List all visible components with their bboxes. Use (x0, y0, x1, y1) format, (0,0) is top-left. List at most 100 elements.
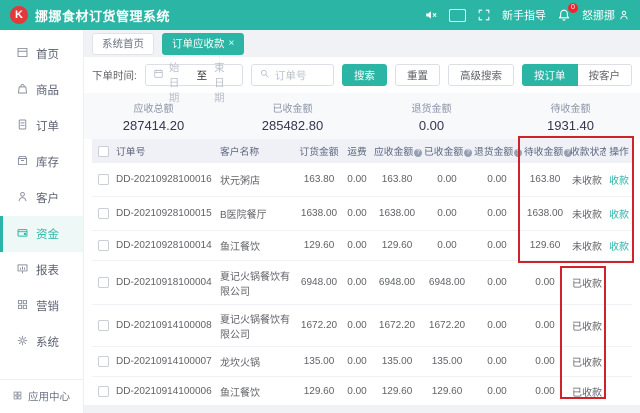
toolbar-box-button[interactable] (449, 9, 466, 22)
received-cell: 129.60 (422, 386, 472, 397)
notification-bell[interactable]: 0 (557, 8, 571, 22)
stat-value: 287414.20 (84, 118, 223, 133)
status-cell: 已收款 (568, 275, 606, 290)
row-checkbox[interactable] (98, 320, 109, 331)
reset-button[interactable]: 重置 (395, 64, 440, 86)
sidebar-item-goods[interactable]: 商品 (0, 72, 83, 108)
grid-icon (16, 298, 29, 314)
apps-icon (12, 390, 23, 404)
status-cell: 已收款 (568, 354, 606, 369)
row-checkbox[interactable] (98, 208, 109, 219)
pending-cell: 163.80 (522, 174, 568, 185)
beginner-guide-link[interactable]: 新手指导 (502, 7, 546, 23)
order-amount-cell: 129.60 (296, 240, 342, 251)
tab-close-icon[interactable]: × (229, 39, 235, 49)
order-no-placeholder: 订单号 (275, 68, 307, 83)
sidebar-item-reports[interactable]: 报表 (0, 252, 83, 288)
tab-bar: 系统首页 订单应收款× (84, 30, 640, 57)
fullscreen-icon[interactable] (477, 8, 491, 22)
sidebar-item-inventory[interactable]: 库存 (0, 144, 83, 180)
freight-cell: 0.00 (342, 386, 372, 397)
collect-payment-link[interactable]: 收款 (609, 210, 629, 221)
operation-cell: 收款 (606, 172, 632, 187)
table-row: DD-20210918100004夏记火锅餐饮有限公司6948.000.0069… (92, 261, 632, 305)
freight-cell: 0.00 (342, 320, 372, 331)
app-center-link[interactable]: 应用中心 (0, 379, 83, 413)
col-header-pending: 待收金额? (522, 144, 568, 158)
received-cell: 1672.20 (422, 320, 472, 331)
row-checkbox[interactable] (98, 240, 109, 251)
row-checkbox[interactable] (98, 356, 109, 367)
app-center-label: 应用中心 (28, 389, 70, 404)
stat-3: 待收金额 1931.40 (501, 100, 640, 133)
receivable-cell: 129.60 (372, 240, 422, 251)
tab-home[interactable]: 系统首页 (92, 33, 154, 55)
stat-label: 应收总额 (84, 100, 223, 115)
tab-order-receivables[interactable]: 订单应收款× (162, 33, 244, 55)
row-checkbox[interactable] (98, 386, 109, 397)
customer-name-cell: 鱼江餐饮 (218, 238, 296, 253)
pending-cell: 0.00 (522, 320, 568, 331)
collect-payment-link[interactable]: 收款 (609, 242, 629, 253)
order-amount-cell: 1672.20 (296, 320, 342, 331)
by-order-button[interactable]: 按订单 (522, 64, 578, 86)
date-range-input[interactable]: 开始日期 至 结束日期 (145, 64, 243, 86)
start-date-placeholder: 开始日期 (169, 57, 190, 105)
by-customer-button[interactable]: 按客户 (578, 64, 633, 86)
sidebar-item-label: 订单 (36, 118, 59, 134)
sidebar: 首页商品订单库存客户资金报表营销系统 应用中心 (0, 30, 84, 413)
table-header: 订单号客户名称订货金额运费应收金额?已收金额?退货金额?待收金额?收款状态操作 (92, 139, 632, 163)
sidebar-item-label: 资金 (36, 226, 59, 242)
select-all-checkbox[interactable] (98, 146, 109, 157)
bag-icon (16, 82, 29, 98)
mute-speaker-icon[interactable] (424, 8, 438, 22)
col-header-operation: 操作 (606, 144, 632, 158)
order-no-cell: DD-20210928100016 (114, 174, 218, 185)
order-no-input[interactable]: 订单号 (251, 64, 334, 86)
customer-name-cell: 夏记火锅餐饮有限公司 (218, 268, 296, 298)
sidebar-item-funds[interactable]: 资金 (0, 216, 83, 252)
received-cell: 0.00 (422, 174, 472, 185)
sidebar-item-home[interactable]: 首页 (0, 36, 83, 72)
info-icon[interactable]: ? (514, 149, 522, 157)
advanced-search-button[interactable]: 高级搜索 (448, 64, 514, 86)
row-checkbox[interactable] (98, 174, 109, 185)
status-cell: 已收款 (568, 318, 606, 333)
sidebar-item-marketing[interactable]: 营销 (0, 288, 83, 324)
stat-1: 已收金额285482.80 (223, 100, 362, 133)
order-amount-cell: 135.00 (296, 356, 342, 367)
row-checkbox[interactable] (98, 277, 109, 288)
stat-label: 待收金额 (501, 100, 640, 115)
stat-label: 退货金额 (362, 100, 501, 115)
receivable-cell: 1672.20 (372, 320, 422, 331)
search-button[interactable]: 搜索 (342, 64, 387, 86)
order-amount-cell: 6948.00 (296, 277, 342, 288)
app-title: 挪挪食材订货管理系统 (35, 6, 170, 25)
app-logo-icon: K (10, 6, 28, 24)
freight-cell: 0.00 (342, 174, 372, 185)
stat-value: 1931.40 (501, 118, 640, 133)
date-range-separator: 至 (197, 68, 208, 83)
sidebar-item-customers[interactable]: 客户 (0, 180, 83, 216)
info-icon[interactable]: ? (464, 149, 472, 157)
collect-payment-link[interactable]: 收款 (609, 176, 629, 187)
order-no-cell: DD-20210914100008 (114, 320, 218, 331)
sidebar-item-system[interactable]: 系统 (0, 324, 83, 360)
sidebar-item-orders[interactable]: 订单 (0, 108, 83, 144)
top-header: K 挪挪食材订货管理系统 新手指导 0 怒挪挪 (0, 0, 640, 30)
wallet-icon (16, 226, 29, 242)
content-card: 下单时间: 开始日期 至 结束日期 订单号 搜索 重置 高级搜索 按订单 按客户 (84, 57, 640, 405)
view-toggle: 按订单 按客户 (522, 64, 632, 86)
username: 怒挪挪 (582, 7, 615, 23)
refund-cell: 0.00 (472, 386, 522, 397)
order-amount-cell: 1638.00 (296, 208, 342, 219)
receivable-cell: 129.60 (372, 386, 422, 397)
tab-label: 系统首页 (102, 36, 144, 51)
user-menu[interactable]: 怒挪挪 (582, 7, 630, 23)
info-icon[interactable]: ? (414, 149, 422, 157)
stat-value: 285482.80 (223, 118, 362, 133)
gear-icon (16, 334, 29, 350)
status-cell: 未收款 (568, 206, 606, 221)
order-amount-cell: 129.60 (296, 386, 342, 397)
refund-cell: 0.00 (472, 208, 522, 219)
